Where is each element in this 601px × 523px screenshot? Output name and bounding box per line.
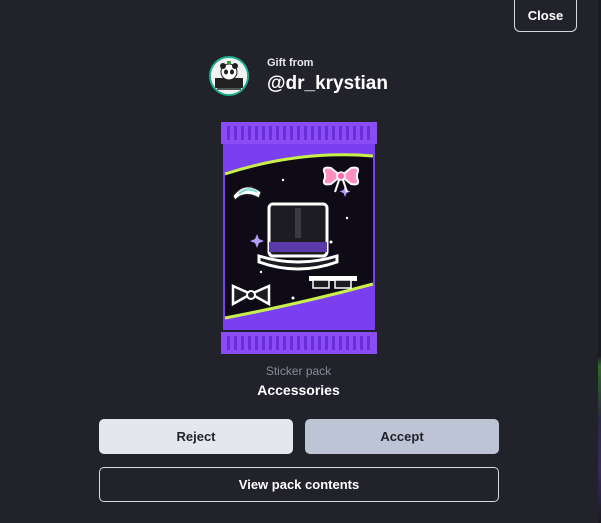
accept-button[interactable]: Accept	[305, 419, 499, 454]
sticker-pack-image	[221, 122, 377, 354]
sender-username: @dr_krystian	[267, 73, 388, 94]
reject-button[interactable]: Reject	[99, 419, 293, 454]
close-button[interactable]: Close	[514, 0, 577, 32]
gift-from-label: Gift from	[267, 57, 314, 69]
gift-dialog: Close Gift from @dr_krystian Sticker pac…	[0, 0, 601, 523]
pack-name: Accessories	[257, 382, 340, 398]
sender-avatar	[209, 56, 249, 96]
panda-avatar-icon	[211, 58, 247, 94]
pack-type-label: Sticker pack	[265, 364, 332, 378]
gift-sender: Gift from @dr_krystian	[209, 56, 388, 96]
view-pack-contents-button[interactable]: View pack contents	[99, 467, 499, 502]
